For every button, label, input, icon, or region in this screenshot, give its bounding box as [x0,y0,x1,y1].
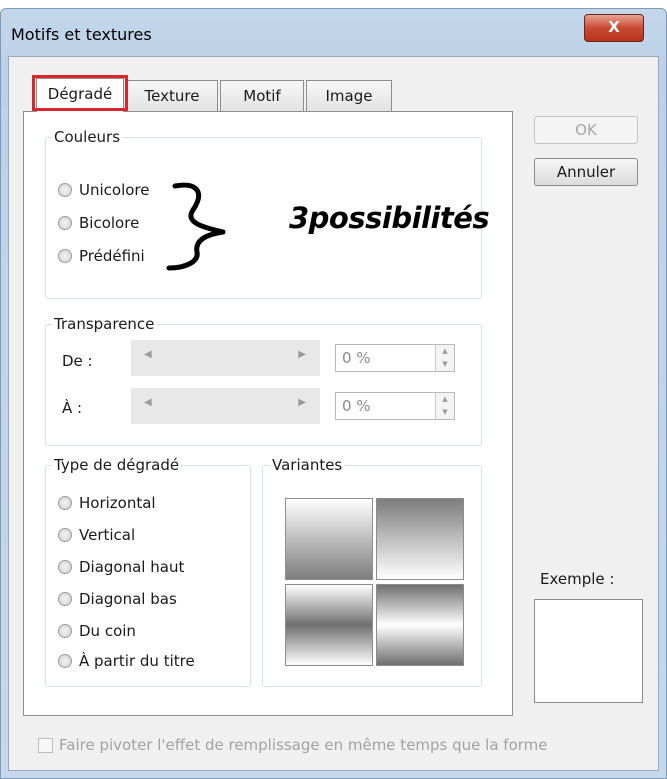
radio-unicolore[interactable]: Unicolore [58,180,150,200]
variant-swatch-2[interactable] [376,498,464,580]
cancel-button[interactable]: Annuler [534,158,638,186]
slider-left-arrow-icon[interactable]: ◀ [144,397,152,408]
radio-circle [58,216,72,230]
variant-swatch-3[interactable] [285,584,373,666]
example-label: Exemple : [540,570,615,588]
radio-circle [58,624,72,638]
variant-swatch-1[interactable] [285,498,373,580]
type-degrade-group-label: Type de dégradé [52,456,182,474]
de-spin-buttons[interactable]: ▲ ▼ [435,345,454,371]
a-spin-buttons[interactable]: ▲ ▼ [435,393,454,419]
de-spin-input[interactable]: 0 % ▲ ▼ [335,344,455,372]
tab-texture-label: Texture [144,87,200,105]
radio-circle [58,528,72,542]
radio-diagonal-haut[interactable]: Diagonal haut [58,557,184,577]
radio-diagonal-haut-label: Diagonal haut [79,558,185,576]
a-spin-input[interactable]: 0 % ▲ ▼ [335,392,455,420]
radio-horizontal[interactable]: Horizontal [58,493,156,513]
rotate-fill-checkbox-label: Faire pivoter l'effet de remplissage en … [59,736,548,754]
a-spin-value: 0 % [342,397,371,415]
radio-diagonal-bas[interactable]: Diagonal bas [58,589,177,609]
radio-diagonal-bas-label: Diagonal bas [79,590,177,608]
radio-circle [58,560,72,574]
radio-vertical[interactable]: Vertical [58,525,135,545]
a-slider[interactable]: ◀ ▶ [131,388,320,424]
radio-du-coin-label: Du coin [79,622,136,640]
radio-bicolore[interactable]: Bicolore [58,213,139,233]
radio-du-coin[interactable]: Du coin [58,621,136,641]
spin-up-icon[interactable]: ▲ [436,393,454,406]
slider-right-arrow-icon[interactable]: ▶ [298,349,306,360]
example-preview [534,599,643,703]
radio-circle [58,592,72,606]
spin-down-icon[interactable]: ▼ [436,406,454,419]
tab-motif[interactable]: Motif [220,80,304,112]
radio-a-partir-du-titre[interactable]: À partir du titre [58,651,195,671]
radio-circle [58,654,72,668]
radio-predefini[interactable]: Prédéfini [58,246,145,266]
de-spin-value: 0 % [342,349,371,367]
variantes-group-label: Variantes [270,456,345,474]
tab-motif-label: Motif [243,87,281,105]
slider-left-arrow-icon[interactable]: ◀ [144,349,152,360]
spin-up-icon[interactable]: ▲ [436,345,454,358]
radio-circle [58,496,72,510]
radio-horizontal-label: Horizontal [79,494,156,512]
tab-degrade[interactable]: Dégradé [36,78,124,112]
window-title: Motifs et textures [11,25,152,44]
radio-a-partir-du-titre-label: À partir du titre [79,652,195,670]
rotate-fill-checkbox-row[interactable]: Faire pivoter l'effet de remplissage en … [38,736,548,754]
spin-down-icon[interactable]: ▼ [436,358,454,371]
transparence-group-label: Transparence [52,315,157,333]
ok-button[interactable]: OK [534,116,638,144]
de-label: De : [62,352,93,370]
couleurs-group-label: Couleurs [52,128,123,146]
brace-annotation-icon [166,182,226,271]
de-slider[interactable]: ◀ ▶ [131,340,320,376]
radio-predefini-label: Prédéfini [79,247,145,265]
radio-circle [58,249,72,263]
radio-unicolore-label: Unicolore [79,181,150,199]
rotate-fill-checkbox[interactable] [38,737,53,753]
tab-image[interactable]: Image [306,80,392,112]
tab-degrade-label: Dégradé [47,85,113,103]
a-label: À : [62,399,83,417]
radio-vertical-label: Vertical [79,526,136,544]
radio-circle [58,183,72,197]
radio-bicolore-label: Bicolore [79,214,140,232]
close-button[interactable]: X [584,14,644,42]
variant-swatch-4[interactable] [376,584,464,666]
tab-texture[interactable]: Texture [126,80,218,112]
annotation-text: 3possibilités [289,201,490,235]
tab-image-label: Image [325,87,373,105]
slider-right-arrow-icon[interactable]: ▶ [298,397,306,408]
